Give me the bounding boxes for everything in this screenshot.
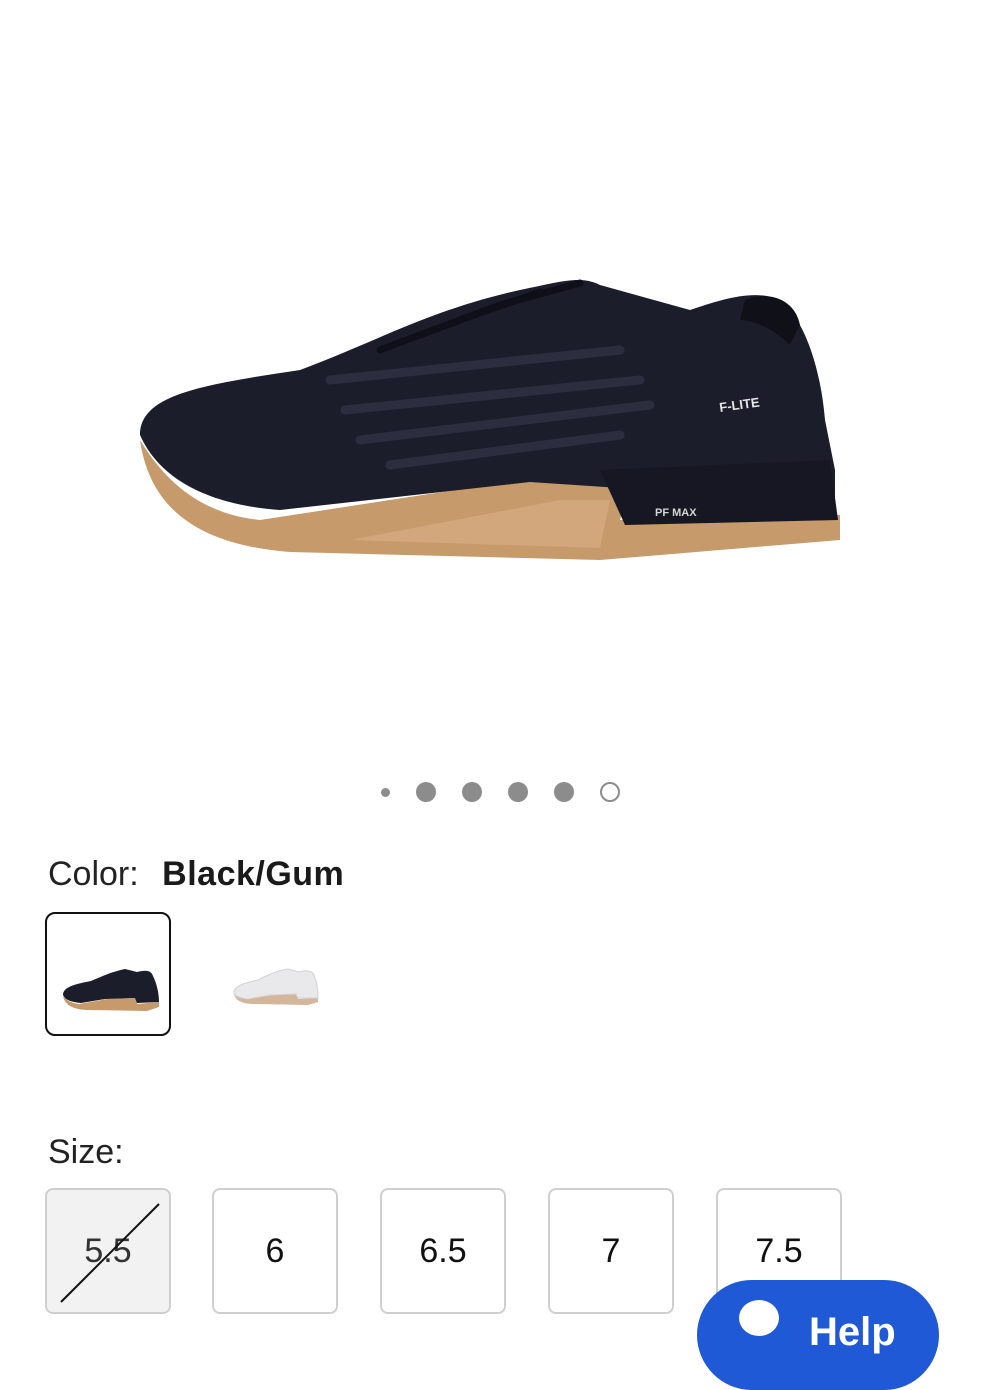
size-option-5-5[interactable]: 5.5 xyxy=(45,1188,171,1314)
size-label: Size: xyxy=(48,1133,124,1171)
unavailable-strike-icon xyxy=(60,1203,160,1303)
carousel-dot-4[interactable] xyxy=(507,782,528,802)
size-option-label: 6.5 xyxy=(419,1231,467,1270)
color-swatch-black-gum[interactable] xyxy=(45,912,171,1036)
carousel-dots xyxy=(0,782,1000,802)
product-image-gallery[interactable]: F-LITE PF MAX xyxy=(0,0,1000,760)
carousel-dot-6[interactable] xyxy=(599,782,620,802)
white-shoe-thumbnail xyxy=(233,968,319,1005)
color-swatch-white[interactable] xyxy=(212,912,338,1036)
carousel-dot-2[interactable] xyxy=(415,782,436,802)
color-selector-heading: Color: Black/Gum xyxy=(48,855,344,894)
size-option-label: 7.5 xyxy=(755,1231,803,1270)
size-option-6[interactable]: 6 xyxy=(212,1188,338,1314)
size-option-7[interactable]: 7 xyxy=(548,1188,674,1314)
carousel-dot-3[interactable] xyxy=(461,782,482,802)
carousel-dot-1[interactable] xyxy=(380,787,390,797)
product-shoe-image: F-LITE PF MAX xyxy=(140,279,840,560)
color-label: Color: xyxy=(48,855,139,893)
black-gum-shoe-thumbnail xyxy=(63,969,159,1011)
color-value: Black/Gum xyxy=(162,855,345,893)
chat-icon xyxy=(739,1300,779,1336)
size-option-label: 6 xyxy=(265,1231,285,1270)
help-chat-button[interactable]: Help xyxy=(697,1280,939,1390)
carousel-dot-5[interactable] xyxy=(553,782,574,802)
size-option-6-5[interactable]: 6.5 xyxy=(380,1188,506,1314)
size-option-label: 7 xyxy=(601,1231,621,1270)
sole-text: PF MAX xyxy=(655,507,697,519)
